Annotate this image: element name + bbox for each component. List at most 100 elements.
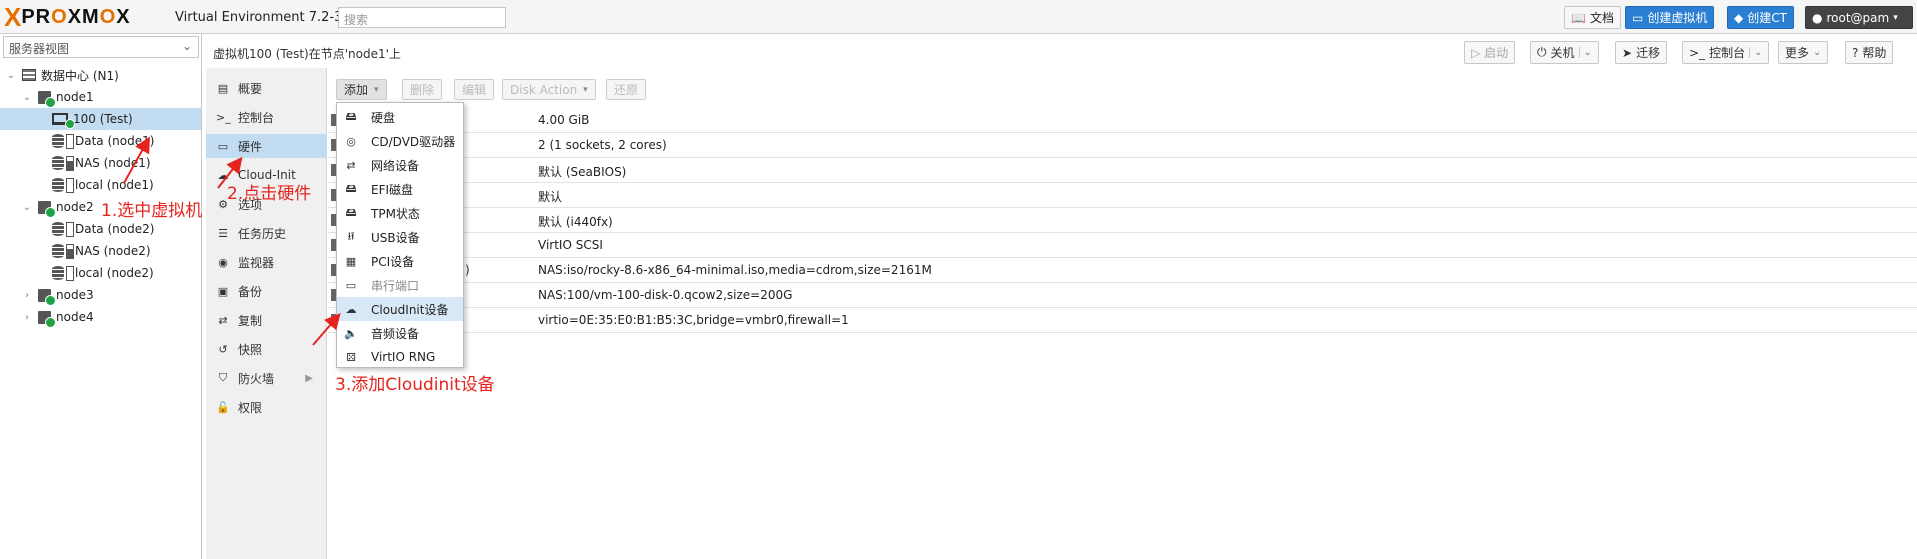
pci-icon: ▦ [345, 254, 357, 268]
tree-item-storage-local-node1[interactable]: local (node1) [0, 174, 201, 196]
table-row[interactable]: VirtIO SCSI [328, 233, 1917, 258]
hdd-icon: 🖴 [345, 109, 357, 123]
cube-icon: ◆ [1734, 10, 1744, 25]
play-icon: ▷ [1471, 45, 1481, 60]
table-row[interactable]: e2)NAS:iso/rocky-8.6-x86_64-minimal.iso,… [328, 258, 1917, 283]
user-menu-button[interactable]: ● root@pam ▾ [1805, 6, 1913, 29]
table-row[interactable]: 4.00 GiB [328, 108, 1917, 133]
add-button[interactable]: 添加 ▾ [336, 79, 387, 100]
datacenter-icon [22, 69, 36, 81]
tree-item-node1[interactable]: ⌄ node1 [0, 86, 201, 108]
nav-firewall[interactable]: ⛉ 防火墙 ▶ [206, 366, 327, 390]
menu-item-cloudinit[interactable]: ☁ CloudInit设备 [337, 297, 463, 321]
revert-button[interactable]: 还原 [606, 79, 647, 100]
table-row[interactable]: 默认 (i440fx) [328, 208, 1917, 233]
menu-item-virtio-rng[interactable]: ⚄ VirtIO RNG [337, 345, 463, 369]
usb-icon: ⭿ [347, 229, 355, 243]
unlock-icon: 🔓 [216, 400, 230, 414]
hdd-icon: 🖴 [345, 205, 357, 219]
create-ct-button[interactable]: ◆ 创建CT [1727, 6, 1794, 29]
tree-item-node3[interactable]: › node3 [0, 284, 201, 306]
collapse-icon[interactable]: ⌄ [20, 92, 34, 103]
disk-action-button[interactable]: Disk Action ▾ [502, 79, 596, 100]
page-title: 虚拟机100 (Test)在节点'node1'上 [213, 47, 401, 61]
menu-item-cd-dvd[interactable]: ◎ CD/DVD驱动器 [337, 129, 463, 153]
tree-item-node4[interactable]: › node4 [0, 306, 201, 328]
more-button[interactable]: 更多 ⌄ [1778, 41, 1829, 64]
dice-icon: ⚄ [346, 350, 356, 364]
storage-icon [52, 156, 74, 171]
nav-console[interactable]: >_ 控制台 [206, 105, 327, 129]
nav-monitor[interactable]: ◉ 监视器 [206, 250, 327, 274]
node-online-icon [38, 90, 56, 108]
expand-icon[interactable]: › [20, 312, 34, 323]
tree-item-storage-local-node2[interactable]: local (node2) [0, 262, 201, 284]
storage-icon [52, 134, 74, 149]
menu-item-serial-port[interactable]: ▭ 串行端口 [337, 273, 463, 297]
menu-item-audio[interactable]: 🔈 音频设备 [337, 321, 463, 345]
collapse-icon[interactable]: ⌄ [4, 70, 18, 81]
nav-permissions[interactable]: 🔓 权限 [206, 395, 327, 419]
desktop-icon: ▭ [217, 139, 229, 153]
cdrom-icon: ◎ [346, 134, 356, 148]
tree-item-vm-100[interactable]: 100 (Test) [0, 108, 201, 130]
nav-replication[interactable]: ⇄ 复制 [206, 308, 327, 332]
nav-snapshots[interactable]: ↺ 快照 [206, 337, 327, 361]
console-button[interactable]: >_ 控制台 ⌄ [1682, 41, 1770, 64]
tree-item-datacenter[interactable]: ⌄ 数据中心 (N1) [0, 64, 201, 86]
proxmox-logo[interactable]: X PROXMOX [4, 2, 131, 32]
book-icon: 📖 [1571, 10, 1586, 25]
menu-item-usb[interactable]: ⭿ USB设备 [337, 225, 463, 249]
floppy-icon: ▣ [217, 284, 229, 298]
shutdown-button[interactable]: ⏻ 关机 ⌄ [1530, 41, 1599, 64]
terminal-icon: >_ [216, 110, 231, 124]
nav-hardware[interactable]: ▭ 硬件 [206, 134, 327, 158]
start-button[interactable]: ▷ 启动 [1464, 41, 1516, 64]
shield-icon: ⛉ [218, 371, 228, 384]
storage-icon [52, 178, 74, 193]
nav-summary[interactable]: ▤ 概要 [206, 76, 327, 100]
node-online-icon [38, 200, 56, 218]
table-row[interactable]: 默认 [328, 183, 1917, 208]
menu-item-hard-disk[interactable]: 🖴 硬盘 [337, 105, 463, 129]
chevron-down-icon: ⌄ [181, 39, 192, 53]
view-selector[interactable]: 服务器视图 ⌄ [3, 36, 199, 58]
vm-running-icon [52, 113, 75, 129]
table-row[interactable]: NAS:100/vm-100-disk-0.qcow2,size=200G [328, 283, 1917, 308]
table-row[interactable]: 2 (1 sockets, 2 cores) [328, 133, 1917, 158]
nav-backup[interactable]: ▣ 备份 [206, 279, 327, 303]
product-version: Virtual Environment 7.2-3 [175, 10, 343, 25]
chevron-down-icon[interactable]: ⌄ [1749, 47, 1762, 58]
tree-item-storage-data-node1[interactable]: Data (node1) [0, 130, 201, 152]
send-icon: ➤ [1622, 45, 1633, 60]
user-icon: ● [1812, 10, 1823, 25]
menu-item-efi-disk[interactable]: 🖴 EFI磁盘 [337, 177, 463, 201]
annotation-step-1: 1.选中虚拟机 [101, 201, 203, 221]
resource-tree-panel: 服务器视图 ⌄ ⌄ 数据中心 (N1) ⌄ node1 100 (Test) D… [0, 34, 202, 559]
create-vm-button[interactable]: ▭ 创建虚拟机 [1625, 6, 1715, 29]
tree-item-storage-data-node2[interactable]: Data (node2) [0, 218, 201, 240]
migrate-button[interactable]: ➤ 迁移 [1615, 41, 1668, 64]
search-input[interactable]: 搜索 [338, 7, 506, 28]
table-row[interactable]: virtio=0E:35:E0:B1:B5:3C,bridge=vmbr0,fi… [328, 308, 1917, 333]
table-row[interactable]: 默认 (SeaBIOS) [328, 158, 1917, 183]
chevron-down-icon: ▾ [374, 84, 379, 95]
cloud-icon: ☁ [345, 302, 357, 316]
menu-item-tpm-state[interactable]: 🖴 TPM状态 [337, 201, 463, 225]
tree-item-storage-nas-node2[interactable]: NAS (node2) [0, 240, 201, 262]
docs-button[interactable]: 📖 文档 [1564, 6, 1621, 29]
book-icon: ▤ [217, 81, 229, 95]
expand-icon[interactable]: › [20, 290, 34, 301]
logo-x-mark: X [4, 2, 22, 32]
tree-item-storage-nas-node1[interactable]: NAS (node1) [0, 152, 201, 174]
chevron-down-icon: ▾ [1893, 12, 1898, 23]
collapse-icon[interactable]: ⌄ [20, 202, 34, 213]
edit-button[interactable]: 编辑 [454, 79, 495, 100]
menu-item-network[interactable]: ⇄ 网络设备 [337, 153, 463, 177]
remove-button[interactable]: 删除 [402, 79, 443, 100]
chevron-down-icon[interactable]: ⌄ [1578, 47, 1592, 58]
nav-task-history[interactable]: ☰ 任务历史 [206, 221, 327, 245]
help-button[interactable]: ? 帮助 [1845, 41, 1894, 64]
question-icon: ? [1852, 45, 1859, 60]
menu-item-pci[interactable]: ▦ PCI设备 [337, 249, 463, 273]
